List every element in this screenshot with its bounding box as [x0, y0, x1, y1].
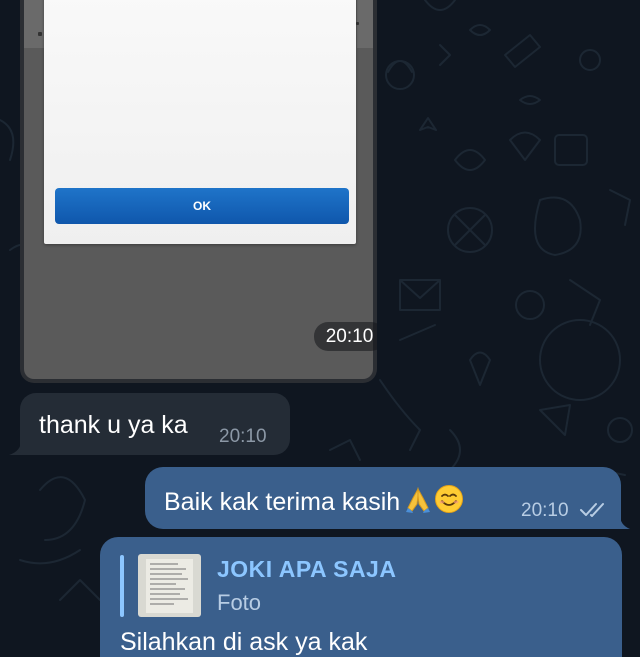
reply-message-text: Silahkan di ask ya kak — [120, 628, 368, 656]
photo-mark-right — [356, 22, 359, 25]
smiling-face-icon — [435, 485, 464, 513]
reply-message-bubble[interactable]: JOKI APA SAJA Foto Silahkan di ask ya ka… — [100, 537, 622, 657]
incoming-message-text: thank u ya ka — [39, 411, 188, 439]
incoming-message-bubble[interactable]: thank u ya ka 20:10 — [20, 393, 290, 455]
double-check-icon — [580, 503, 604, 517]
outgoing-message-bubble[interactable]: Baik kak terima kasih 20:10 — [145, 467, 621, 529]
document-photo-icon — [146, 559, 193, 613]
photo-mark-left — [38, 32, 42, 36]
image-message-time: 20:10 — [314, 322, 377, 351]
outgoing-message-line: Baik kak terima kasih — [164, 484, 464, 517]
photo-edge-right — [357, 0, 373, 48]
screenshot-photo[interactable]: OK — [24, 0, 373, 379]
quoted-photo-thumbnail[interactable] — [138, 554, 201, 617]
incoming-message-time: 20:10 — [219, 426, 267, 447]
folded-hands-icon — [406, 487, 431, 513]
outgoing-message-time: 20:10 — [521, 500, 569, 521]
reply-accent-bar — [120, 555, 124, 617]
outgoing-message-text: Baik kak terima kasih — [164, 488, 401, 516]
quoted-message-type: Foto — [217, 590, 262, 615]
quoted-sender-name: JOKI APA SAJA — [217, 556, 397, 582]
image-message-bubble[interactable]: OK 20:10 — [20, 0, 377, 383]
dialog-ok-button: OK — [55, 188, 349, 224]
photo-dialog: OK — [44, 0, 356, 244]
photo-edge-left — [24, 0, 44, 48]
